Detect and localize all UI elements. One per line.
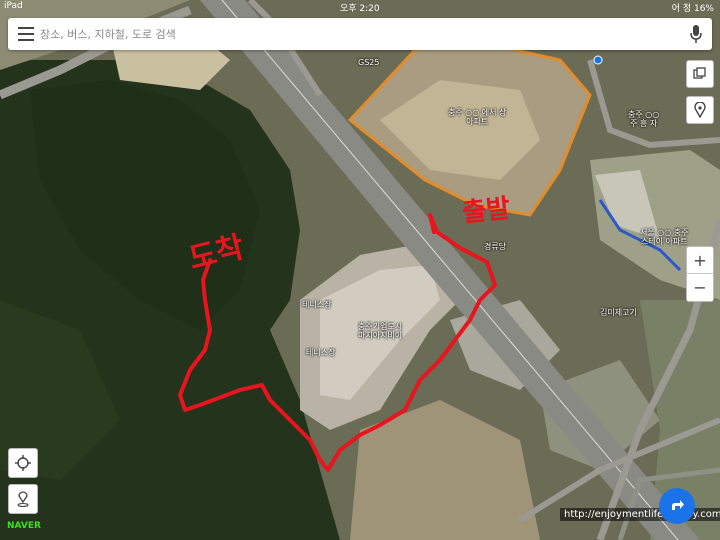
map-label-apartment-southeast[interactable]: 서울 ○○ 충주 스테이 아파트: [640, 228, 689, 246]
device-label: iPad: [4, 1, 23, 11]
battery-status: 어 정 16%: [671, 4, 714, 14]
map-label-apartment-east[interactable]: 충주 ○○ 주 흥 자: [628, 110, 659, 128]
zoom-out-button[interactable]: −: [687, 274, 713, 300]
map-label-gs25[interactable]: GS25: [358, 58, 379, 67]
directions-button[interactable]: [659, 488, 695, 524]
location-pin-icon: [694, 102, 706, 118]
map-label-library[interactable]: 충주기업도시 마치아지비이: [358, 322, 402, 340]
status-bar: iPad 오후 2:20 어 정 16%: [0, 0, 720, 14]
street-view-icon: [17, 491, 29, 507]
crosshair-icon: [15, 455, 31, 471]
satellite-map[interactable]: [0, 0, 720, 540]
location-pin-button[interactable]: [686, 96, 714, 124]
directions-arrow-icon: [672, 500, 684, 510]
status-time: 오후 2:20: [340, 4, 380, 14]
my-location-button[interactable]: [8, 448, 38, 478]
annotation-departure: 출발: [460, 193, 512, 229]
naver-logo: NAVER: [7, 521, 41, 531]
map-label-tennis-court-1[interactable]: 테니스장: [302, 300, 331, 309]
map-label-tennis-court-2[interactable]: 테니스장: [306, 348, 335, 357]
search-bar[interactable]: 장소, 버스, 지하철, 도로 검색: [8, 18, 712, 50]
street-view-button[interactable]: [8, 484, 38, 514]
map-label-apartment-north[interactable]: 충주 ○○ 에서 상 아파트: [448, 108, 506, 126]
hamburger-menu-icon[interactable]: [18, 27, 34, 41]
layers-icon: [693, 67, 706, 79]
map-label-restaurant[interactable]: 김미제고기: [600, 308, 637, 317]
zoom-control: + −: [686, 246, 714, 302]
blog-url-watermark: http://enjoymentlife.tistory.com: [560, 508, 720, 521]
search-input[interactable]: 장소, 버스, 지하철, 도로 검색: [40, 26, 176, 42]
layers-button[interactable]: [686, 60, 714, 88]
zoom-in-button[interactable]: +: [687, 247, 713, 274]
map-label-gyeongnyu[interactable]: 경류당: [484, 242, 506, 251]
microphone-icon[interactable]: [690, 25, 702, 43]
